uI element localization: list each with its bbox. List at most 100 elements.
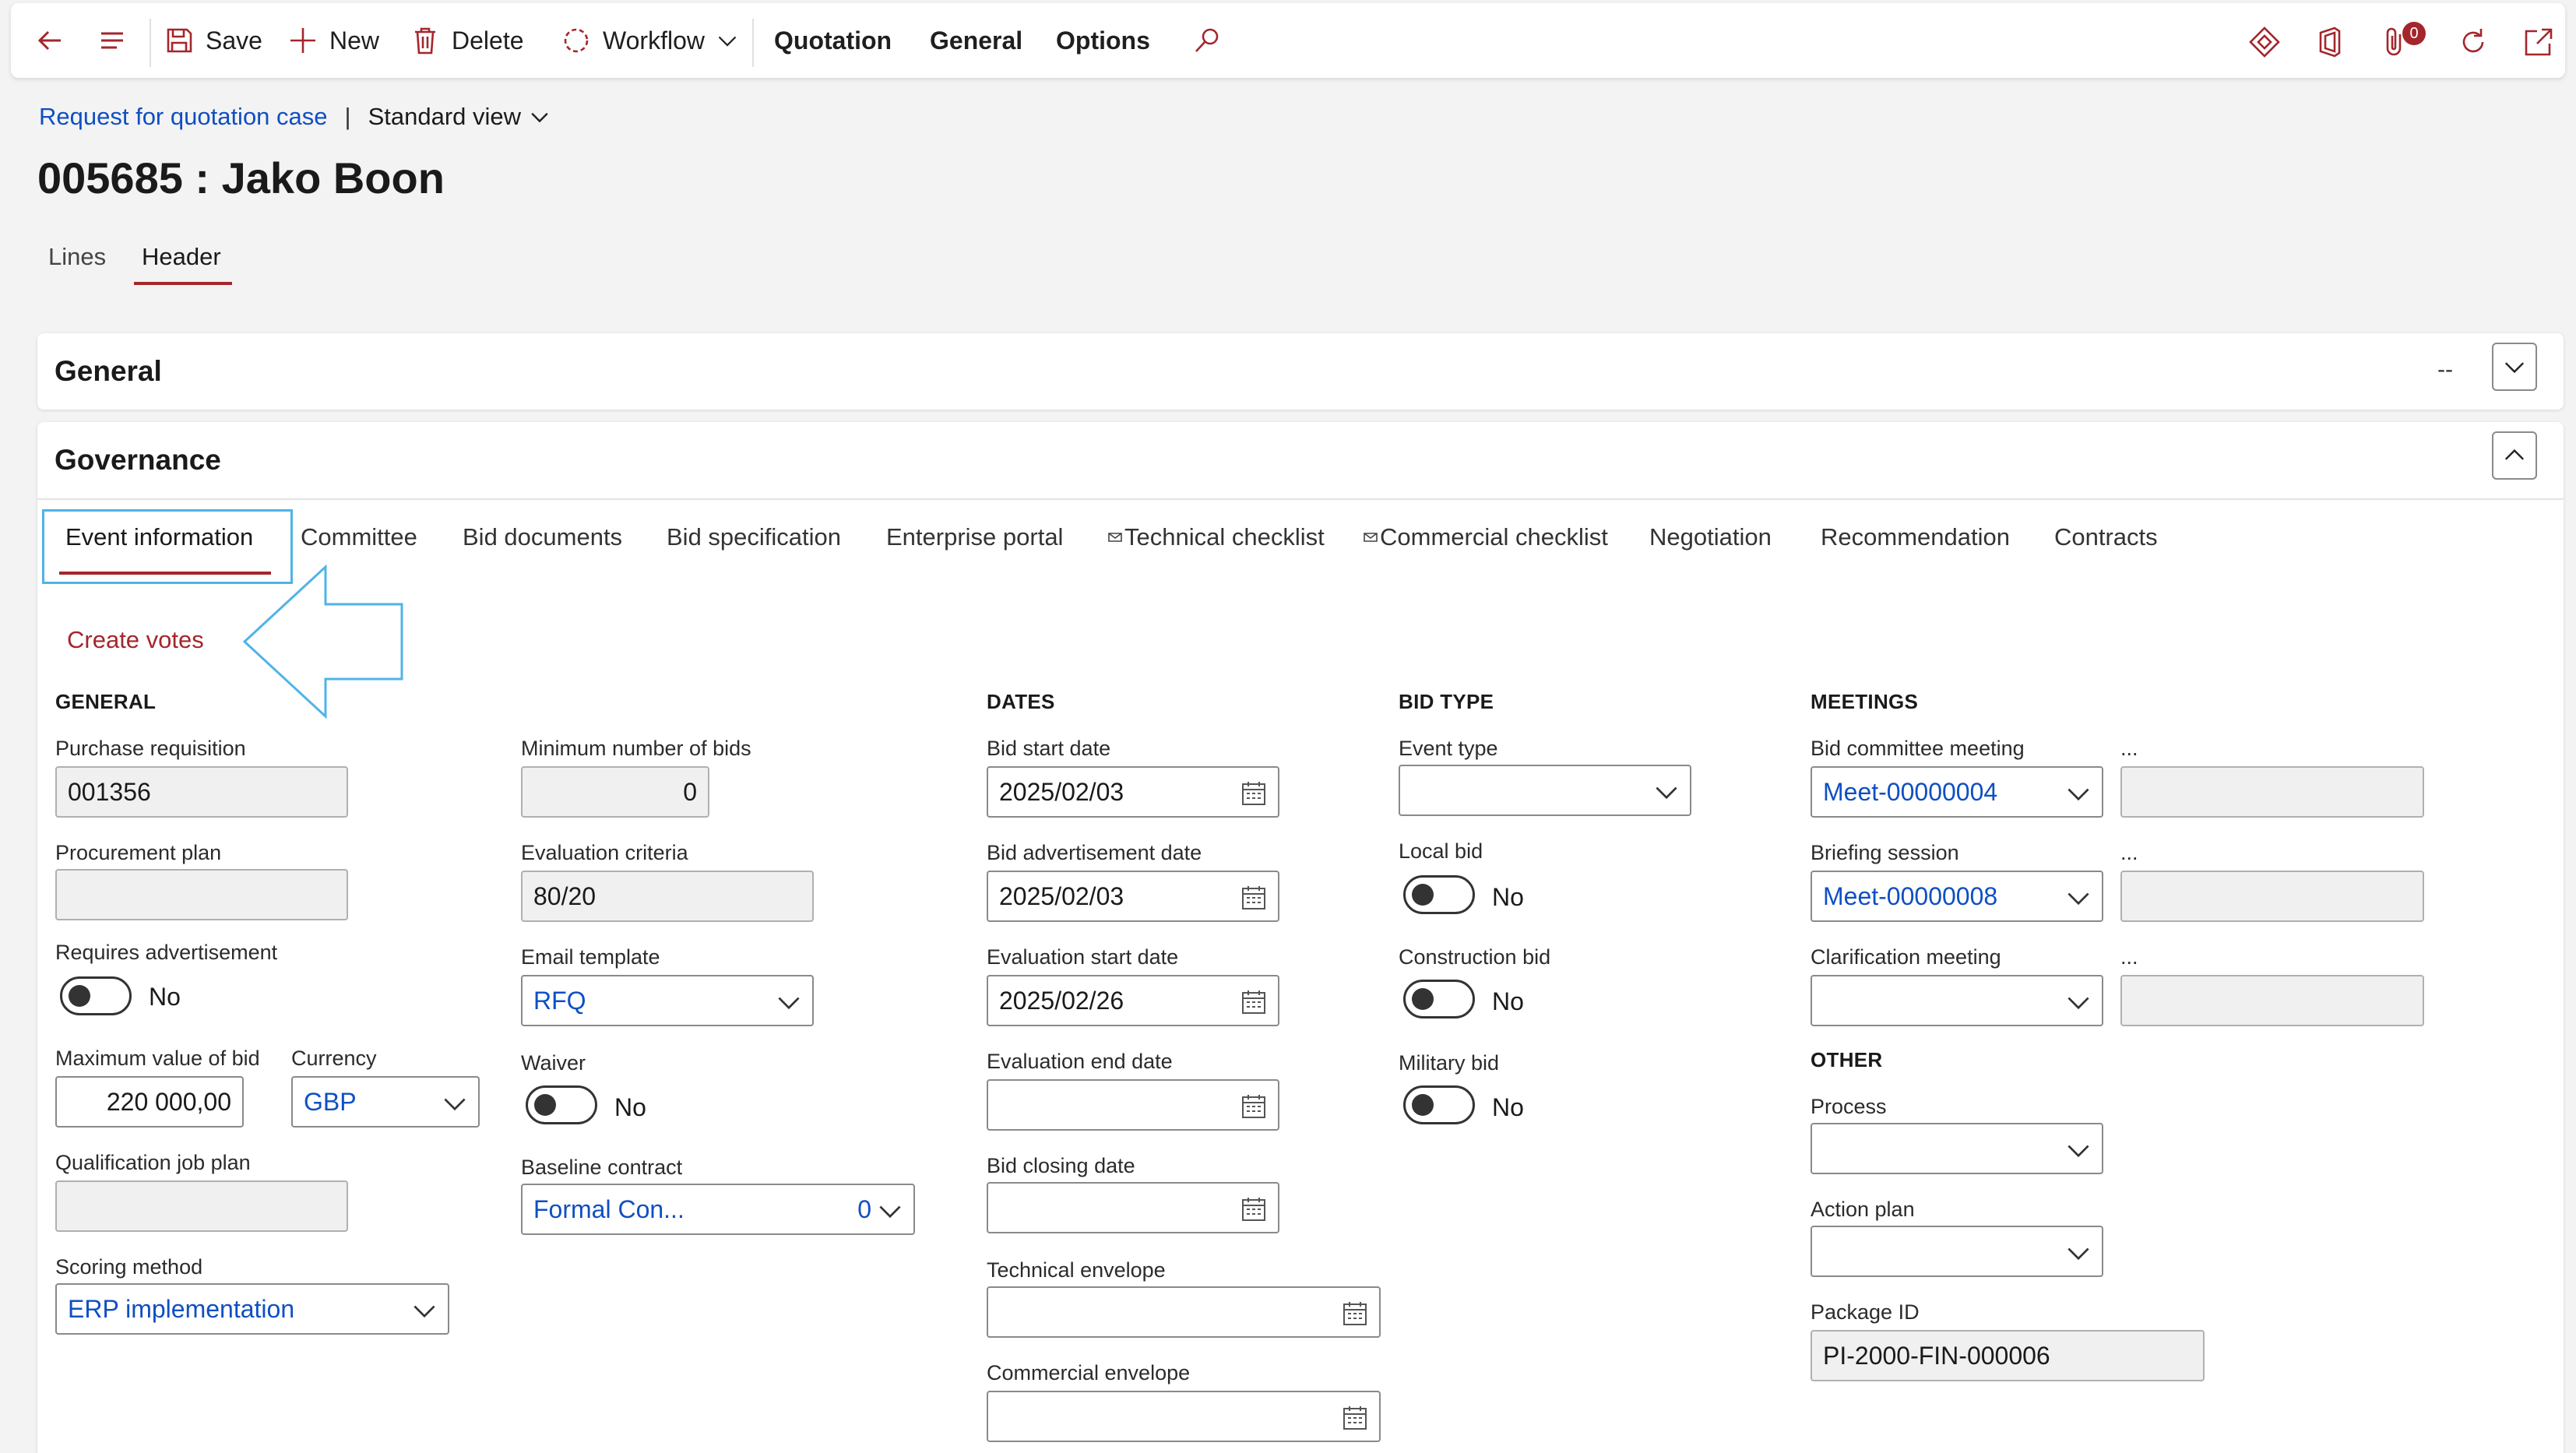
view-selector-label: Standard view [368, 103, 522, 130]
procurement-plan-field[interactable] [55, 869, 348, 920]
bid-closing-date-label: Bid closing date [987, 1154, 1135, 1177]
bid-start-date-value: 2025/02/03 [999, 777, 1124, 806]
requires-advertisement-toggle[interactable] [60, 976, 132, 1015]
evaluation-start-date-field[interactable]: 2025/02/26 [987, 975, 1279, 1026]
bid-start-date-field[interactable]: 2025/02/03 [987, 766, 1279, 818]
tab-options[interactable]: Options [1056, 3, 1150, 78]
tab-general[interactable]: General [930, 3, 1022, 78]
waiver-toggle[interactable] [526, 1085, 597, 1124]
meetings-heading: MEETINGS [1811, 690, 1919, 713]
tab-recommendation[interactable]: Recommendation [1821, 523, 2010, 551]
maximum-value-of-bid-field[interactable]: 220 000,00 [55, 1076, 244, 1128]
save-button[interactable]: Save [164, 3, 262, 78]
tab-committee[interactable]: Committee [301, 523, 417, 551]
baseline-contract-select[interactable]: Formal Con... 0 [521, 1184, 915, 1235]
bid-advertisement-date-field[interactable]: 2025/02/03 [987, 871, 1279, 922]
create-votes-button[interactable]: Create votes [67, 626, 204, 654]
tab-technical-checklist[interactable]: Technical checklist [1107, 523, 1325, 551]
calendar-icon[interactable] [1342, 1300, 1368, 1327]
calendar-icon[interactable] [1240, 1196, 1267, 1223]
construction-bid-toggle[interactable] [1403, 980, 1475, 1019]
evaluation-end-date-field[interactable] [987, 1079, 1279, 1131]
tab-enterprise-portal[interactable]: Enterprise portal [886, 523, 1063, 551]
tab-commercial-checklist-label: Commercial checklist [1380, 523, 1608, 551]
tab-lines[interactable]: Lines [48, 243, 106, 271]
local-bid-toggle[interactable] [1403, 875, 1475, 914]
refresh-icon[interactable] [2456, 25, 2490, 59]
governance-section-title: Governance [55, 444, 221, 476]
open-new-window-icon[interactable] [2521, 25, 2556, 59]
tab-negotiation[interactable]: Negotiation [1649, 523, 1772, 551]
new-button[interactable]: New [287, 3, 379, 78]
breadcrumb: Request for quotation case | Standard vi… [39, 103, 551, 131]
minimum-number-of-bids-field[interactable]: 0 [521, 766, 709, 818]
event-type-label: Event type [1399, 737, 1498, 760]
general-label: General [930, 26, 1023, 55]
military-bid-label: Military bid [1399, 1051, 1500, 1075]
evaluation-criteria-label: Evaluation criteria [521, 841, 688, 864]
military-bid-value: No [1492, 1093, 1524, 1121]
briefing-session-extra-label: ... [2120, 841, 2138, 864]
tab-quotation[interactable]: Quotation [774, 3, 892, 78]
tab-commercial-checklist[interactable]: Commercial checklist [1363, 523, 1608, 551]
clarification-meeting-select[interactable] [1811, 975, 2103, 1026]
action-bar: Save New Delete Workflow Quotation Gener… [11, 3, 2565, 78]
tab-bid-specification[interactable]: Bid specification [667, 523, 841, 551]
briefing-session-extra-field[interactable] [2120, 871, 2424, 922]
bid-closing-date-field[interactable] [987, 1182, 1279, 1233]
tab-header[interactable]: Header [142, 243, 221, 271]
general-fasttab[interactable]: General -- [37, 333, 2564, 410]
clarification-meeting-extra-field[interactable] [2120, 975, 2424, 1026]
dates-heading: DATES [987, 690, 1055, 713]
search-button[interactable] [1191, 3, 1223, 78]
calendar-icon[interactable] [1240, 780, 1267, 807]
other-heading: OTHER [1811, 1048, 1883, 1071]
diamond-apps-icon[interactable] [2247, 25, 2282, 59]
tab-technical-checklist-label: Technical checklist [1124, 523, 1325, 551]
bid-committee-meeting-select[interactable]: Meet-00000004 [1811, 766, 2103, 818]
email-template-select[interactable]: RFQ [521, 975, 814, 1026]
collapse-governance-button[interactable] [2492, 431, 2537, 480]
workflow-button[interactable]: Workflow [561, 3, 739, 78]
options-label: Options [1056, 26, 1150, 55]
purchase-requisition-field[interactable]: 001356 [55, 766, 348, 818]
action-plan-select[interactable] [1811, 1226, 2103, 1277]
process-select[interactable] [1811, 1123, 2103, 1174]
maximum-value-of-bid-value: 220 000,00 [106, 1087, 231, 1116]
view-selector[interactable]: Standard view [368, 103, 551, 131]
breadcrumb-separator: | [344, 103, 351, 130]
calendar-icon[interactable] [1240, 989, 1267, 1015]
save-icon [167, 28, 192, 53]
chevron-down-icon [778, 997, 800, 1010]
calendar-icon[interactable] [1342, 1405, 1368, 1431]
delete-button[interactable]: Delete [410, 3, 524, 78]
calendar-icon[interactable] [1240, 1093, 1267, 1120]
calendar-icon[interactable] [1240, 885, 1267, 911]
office-icon[interactable] [2313, 25, 2347, 59]
bid-committee-meeting-extra-field[interactable] [2120, 766, 2424, 818]
tab-contracts[interactable]: Contracts [2054, 523, 2158, 551]
event-type-select[interactable] [1399, 765, 1691, 816]
chevron-down-icon [2504, 362, 2525, 374]
technical-envelope-field[interactable] [987, 1286, 1381, 1338]
breadcrumb-link[interactable]: Request for quotation case [39, 103, 328, 131]
expand-general-button[interactable] [2492, 343, 2537, 391]
technical-envelope-label: Technical envelope [987, 1258, 1166, 1282]
tab-header-underline [134, 282, 232, 285]
commercial-envelope-field[interactable] [987, 1391, 1381, 1442]
package-id-field[interactable]: PI-2000-FIN-000006 [1811, 1330, 2205, 1381]
tab-bid-documents[interactable]: Bid documents [463, 523, 622, 551]
evaluation-criteria-field[interactable]: 80/20 [521, 871, 814, 922]
currency-select[interactable]: GBP [291, 1076, 480, 1128]
tab-event-information[interactable]: Event information [65, 523, 253, 551]
maximum-value-of-bid-label: Maximum value of bid [55, 1047, 260, 1070]
scoring-method-select[interactable]: ERP implementation [55, 1283, 449, 1335]
military-bid-toggle[interactable] [1403, 1085, 1475, 1124]
package-id-label: Package ID [1811, 1300, 1920, 1324]
page-title: 005685 : Jako Boon [37, 153, 445, 202]
briefing-session-select[interactable]: Meet-00000008 [1811, 871, 2103, 922]
mail-icon [1364, 533, 1378, 542]
back-button[interactable] [34, 3, 65, 78]
qualification-job-plan-field[interactable] [55, 1180, 348, 1232]
menu-button[interactable] [97, 3, 128, 78]
